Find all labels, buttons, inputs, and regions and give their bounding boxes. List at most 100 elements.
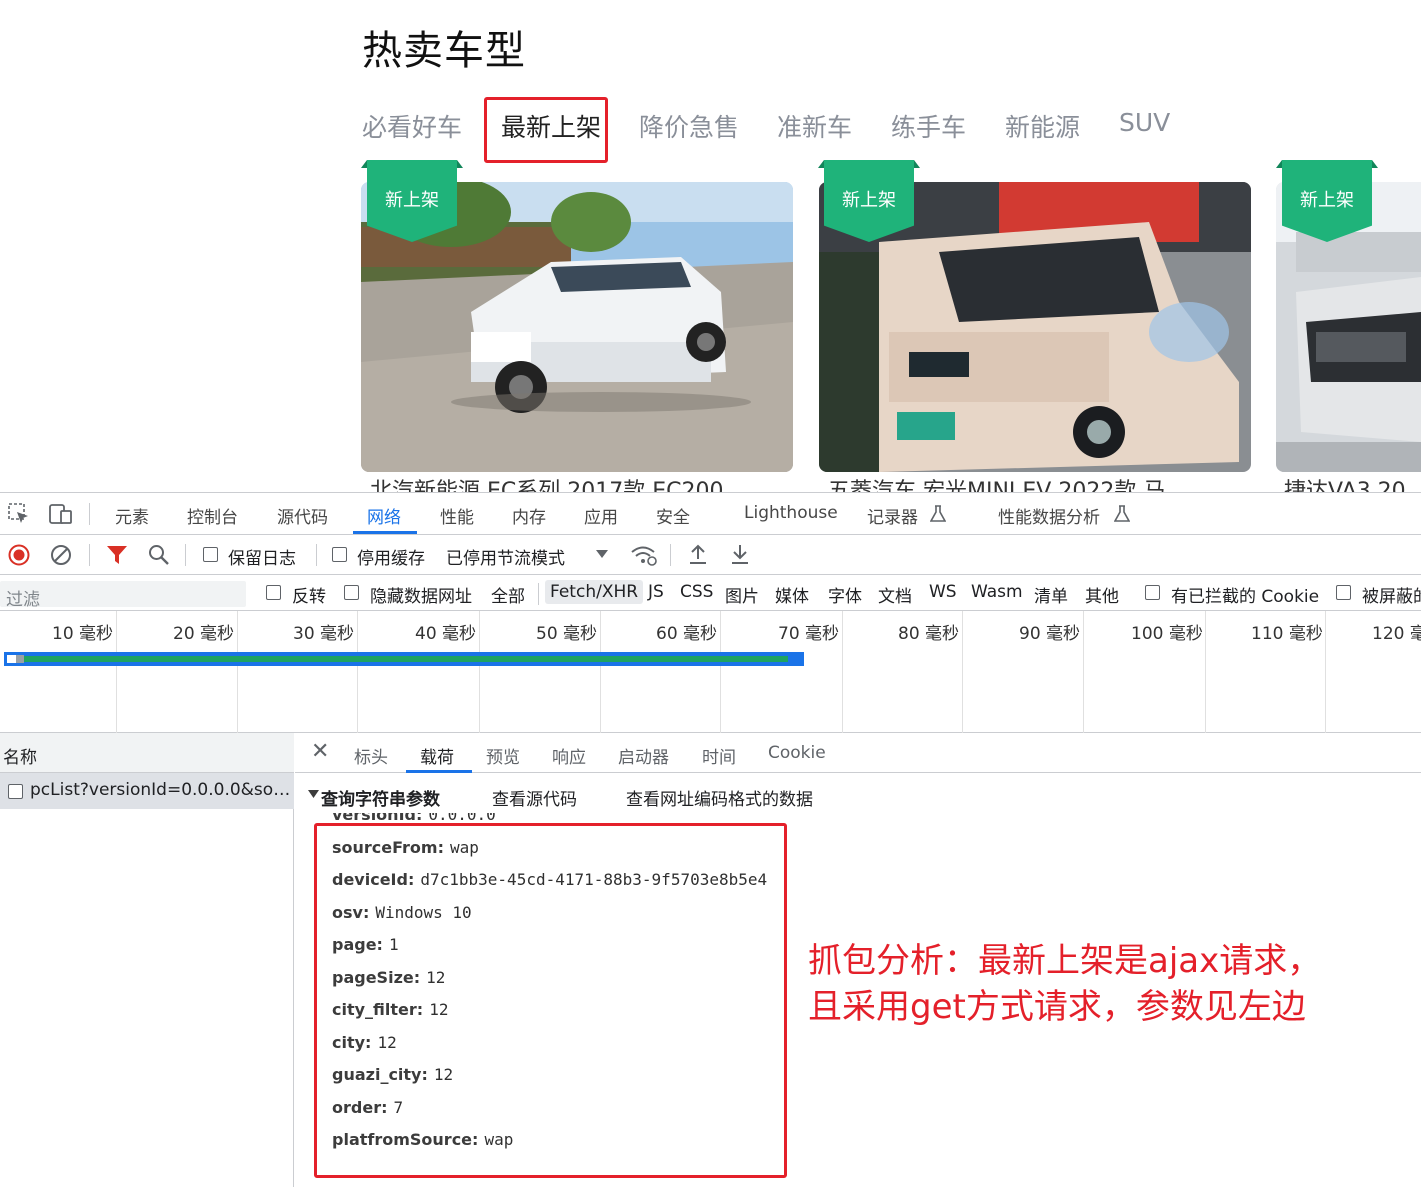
tab-application[interactable]: 应用 (584, 503, 618, 528)
hide-data-urls-label: 隐藏数据网址 (370, 587, 472, 607)
filter-placeholder: 过滤 (6, 590, 40, 610)
tab-near-new[interactable]: 准新车 (777, 108, 852, 144)
request-checkbox-icon (8, 784, 23, 799)
query-params-heading[interactable]: 查询字符串参数 (321, 785, 440, 810)
chevron-down-icon[interactable] (596, 550, 608, 560)
tab-response[interactable]: 响应 (552, 743, 586, 768)
export-har-icon[interactable] (730, 543, 750, 565)
disable-cache-label: 停用缓存 (357, 549, 425, 569)
car-title[interactable]: 北汽新能源 EC系列 2017款 EC200 (370, 478, 790, 492)
blocked-cookies-label: 有已拦截的 Cookie (1171, 587, 1320, 607)
web-page: 热卖车型 必看好车 最新上架 降价急售 准新车 练手车 新能源 SUV 新上架 … (0, 0, 1421, 492)
car-title[interactable]: 五菱汽车 宏光MINI EV 2022款 马 (828, 478, 1248, 492)
clear-icon[interactable] (50, 544, 72, 566)
tick-label: 100 毫秒 (1131, 624, 1203, 644)
import-har-icon[interactable] (688, 543, 708, 565)
type-font[interactable]: 字体 (828, 582, 862, 607)
new-badge-label: 新上架 (1300, 190, 1354, 211)
search-icon[interactable] (148, 544, 170, 566)
invert-checkbox[interactable] (266, 585, 281, 600)
tick-label: 70 毫秒 (778, 624, 840, 644)
tab-must-see[interactable]: 必看好车 (362, 108, 462, 144)
tab-recorder[interactable]: 记录器 (867, 503, 918, 528)
type-other[interactable]: 其他 (1085, 582, 1119, 607)
record-stop-icon[interactable] (8, 544, 30, 566)
tick-label: 80 毫秒 (898, 624, 960, 644)
filter-icon[interactable] (106, 545, 128, 565)
tab-cookies[interactable]: Cookie (768, 743, 826, 763)
type-media[interactable]: 媒体 (775, 582, 809, 607)
hide-data-urls-checkbox[interactable] (344, 585, 359, 600)
tab-beginner[interactable]: 练手车 (891, 108, 966, 144)
new-badge-label: 新上架 (385, 190, 439, 211)
throttling-select[interactable]: 已停用节流模式 (446, 544, 565, 569)
tab-performance[interactable]: 性能 (440, 503, 474, 528)
tab-sources[interactable]: 源代码 (277, 503, 328, 528)
type-fetch-xhr[interactable]: Fetch/XHR (545, 580, 644, 604)
type-manifest[interactable]: 清单 (1034, 582, 1068, 607)
tab-new-energy[interactable]: 新能源 (1005, 108, 1080, 144)
tab-price-drop[interactable]: 降价急售 (639, 108, 739, 144)
invert-label: 反转 (292, 587, 326, 607)
filter-bar: 过滤 反转 隐藏数据网址 全部 Fetch/XHR JS CSS 图片 媒体 字… (0, 575, 1421, 611)
type-css[interactable]: CSS (680, 582, 713, 602)
blocked-requests-label: 被屏蔽的 (1362, 587, 1421, 607)
tab-memory[interactable]: 内存 (512, 503, 546, 528)
tab-preview[interactable]: 预览 (486, 743, 520, 768)
page-title: 热卖车型 (362, 28, 526, 74)
type-img[interactable]: 图片 (725, 582, 759, 607)
network-conditions-icon[interactable] (630, 543, 658, 567)
annotation-line: 抓包分析：最新上架是ajax请求， (808, 941, 1322, 981)
tab-console[interactable]: 控制台 (187, 503, 238, 528)
inspect-element-icon[interactable] (8, 503, 30, 525)
filter-input[interactable]: 过滤 (0, 581, 246, 610)
tick-label: 110 毫秒 (1251, 624, 1323, 644)
tab-performance-insights[interactable]: 性能数据分析 (998, 503, 1100, 528)
tab-highlight-annotation (484, 97, 608, 163)
tick-label: 20 毫秒 (173, 624, 235, 644)
name-column-header[interactable]: 名称 (0, 733, 294, 773)
new-badge: 新上架 (361, 160, 463, 242)
experiment-flask-icon (930, 505, 946, 522)
close-icon[interactable]: ✕ (311, 739, 329, 764)
type-wasm[interactable]: Wasm (971, 582, 1023, 602)
experiment-flask-icon (1114, 505, 1130, 522)
request-download-bar (18, 656, 788, 662)
blocked-requests-checkbox[interactable] (1336, 585, 1351, 600)
params-highlight-annotation (314, 823, 787, 1178)
device-toolbar-icon[interactable] (48, 503, 74, 525)
network-overview-timeline[interactable]: 10 毫秒 20 毫秒 30 毫秒 40 毫秒 50 毫秒 60 毫秒 70 毫… (0, 611, 1421, 733)
tab-timing[interactable]: 时间 (702, 743, 736, 768)
disable-cache-checkbox[interactable] (332, 547, 347, 562)
car-title[interactable]: 捷达VA3 20 (1284, 478, 1421, 492)
active-detail-tab-indicator (406, 770, 472, 773)
view-url-encoded-button[interactable]: 查看网址编码格式的数据 (626, 785, 813, 810)
new-badge-label: 新上架 (842, 190, 896, 211)
tab-payload[interactable]: 载荷 (420, 743, 454, 768)
view-source-button[interactable]: 查看源代码 (492, 785, 577, 810)
tab-suv[interactable]: SUV (1119, 108, 1170, 137)
type-all[interactable]: 全部 (491, 582, 525, 607)
type-ws[interactable]: WS (929, 582, 957, 602)
preserve-log-label: 保留日志 (228, 549, 296, 569)
detail-tabs: ✕ 标头 载荷 预览 响应 启动器 时间 Cookie (295, 733, 1421, 773)
tab-initiator[interactable]: 启动器 (618, 743, 669, 768)
type-doc[interactable]: 文档 (878, 582, 912, 607)
tab-network[interactable]: 网络 (367, 503, 401, 528)
tab-lighthouse[interactable]: Lighthouse (744, 503, 838, 523)
tick-label: 30 毫秒 (293, 624, 355, 644)
name-column-label: 名称 (3, 748, 37, 768)
tab-headers[interactable]: 标头 (354, 743, 388, 768)
tick-label: 40 毫秒 (415, 624, 477, 644)
request-list: 名称 pcList?versionId=0.0.0.0&sourceFrom=w… (0, 733, 294, 1187)
type-js[interactable]: JS (648, 582, 664, 602)
request-row[interactable]: pcList?versionId=0.0.0.0&sourceFrom=wap (0, 773, 294, 809)
tab-security[interactable]: 安全 (656, 503, 690, 528)
collapse-triangle-icon[interactable] (308, 790, 320, 800)
tick-label: 60 毫秒 (656, 624, 718, 644)
blocked-cookies-checkbox[interactable] (1145, 585, 1160, 600)
tab-elements[interactable]: 元素 (115, 503, 149, 528)
tick-label: 10 毫秒 (52, 624, 114, 644)
preserve-log-checkbox[interactable] (203, 547, 218, 562)
annotation-line: 且采用get方式请求，参数见左边 (808, 987, 1306, 1027)
